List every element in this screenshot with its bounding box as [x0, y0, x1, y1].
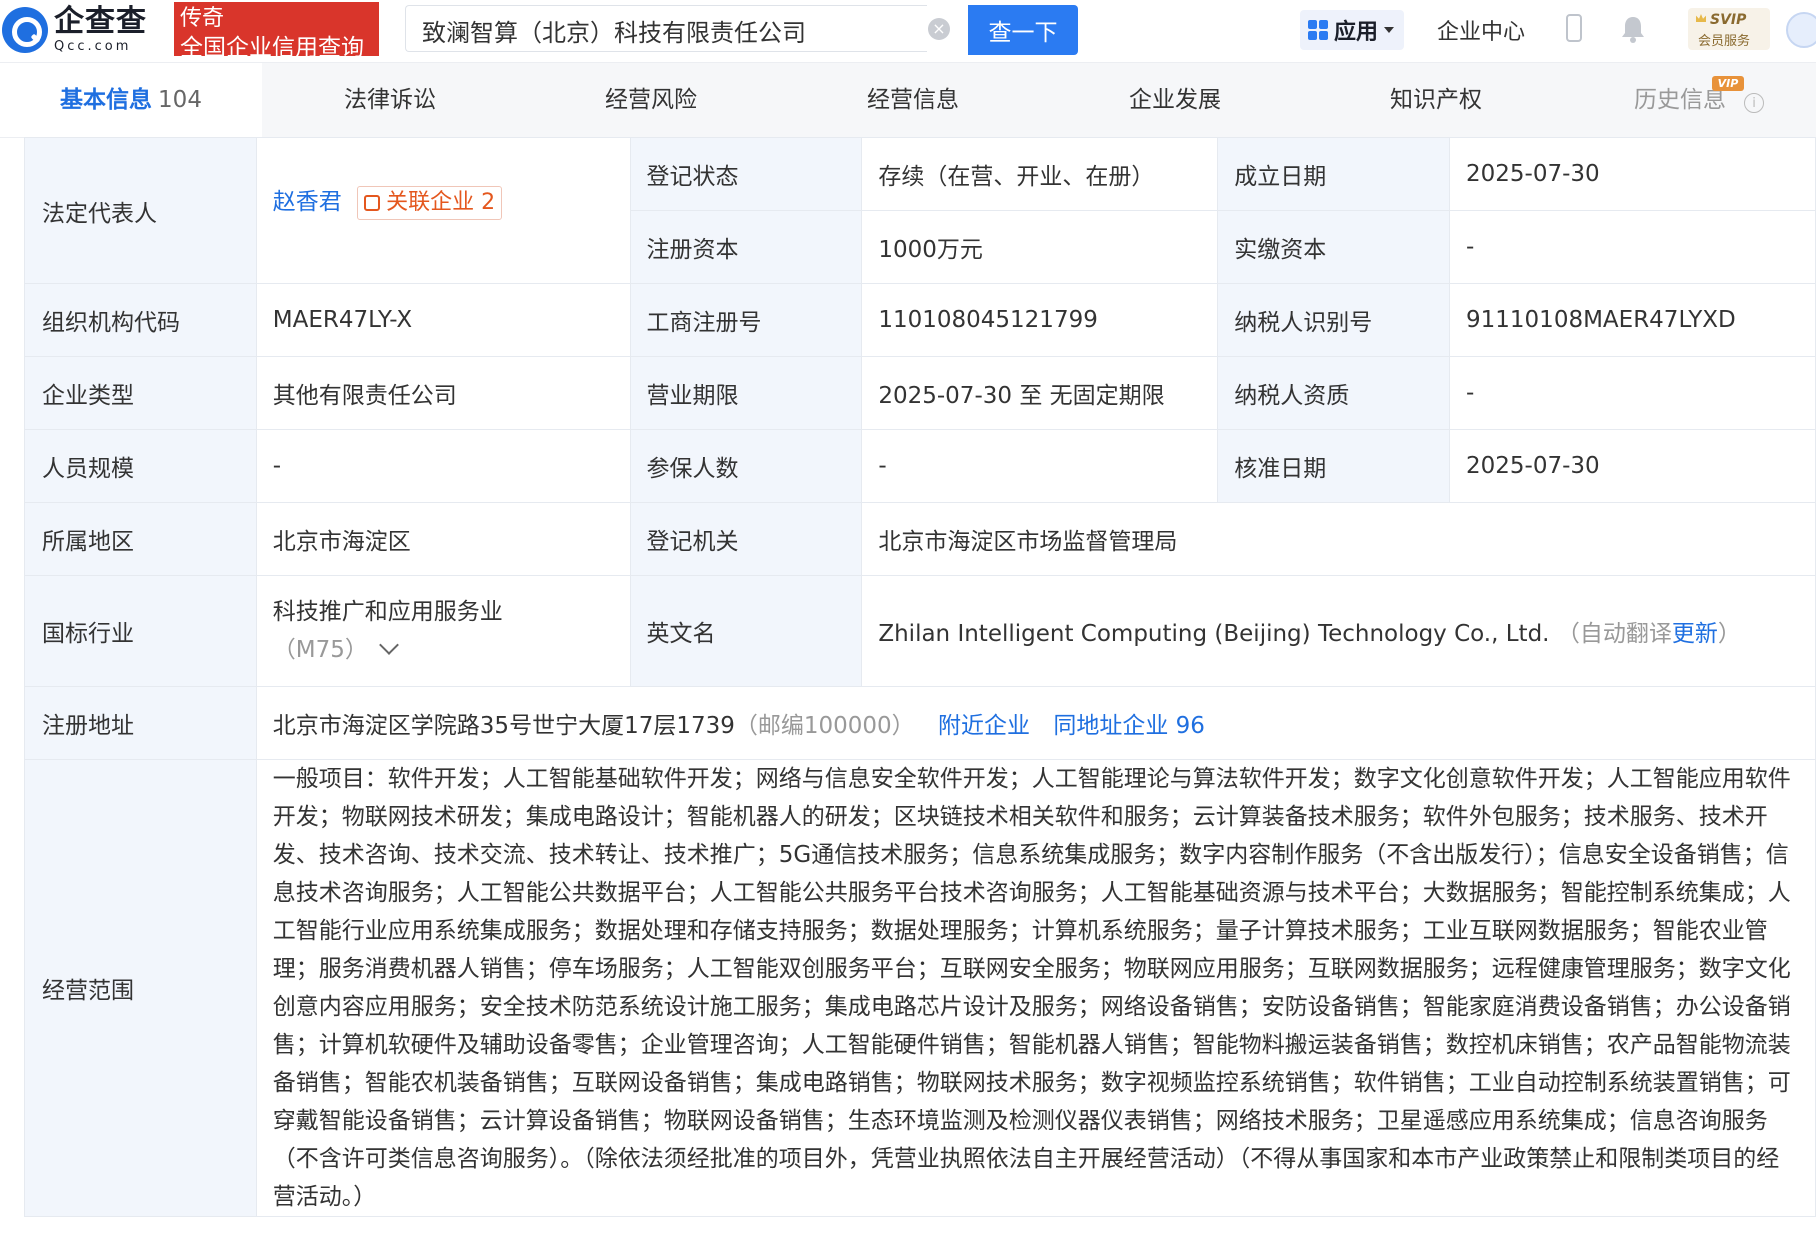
en-name-cell: Zhilan Intelligent Computing (Beijing) T…	[861, 575, 1816, 687]
vip-badge: VIP	[1712, 76, 1744, 91]
org-code-value: MAER47LY-X	[255, 283, 631, 357]
address-value: 北京市海淀区学院路35号世宁大厦17层1739	[272, 713, 735, 739]
address-label: 注册地址	[24, 686, 257, 760]
tab-development[interactable]: 企业发展	[1129, 63, 1221, 137]
legal-rep-name-link[interactable]: 赵香君	[273, 189, 342, 215]
avatar[interactable]	[1786, 12, 1816, 48]
paid-capital-label: 实缴资本	[1217, 210, 1451, 284]
authority-label: 登记机关	[629, 502, 863, 576]
insured-value: -	[861, 429, 1219, 503]
logo-cn: 企查查	[54, 4, 147, 39]
industry-code-row[interactable]: （M75）	[273, 631, 614, 669]
industry-name: 科技推广和应用服务业	[272, 599, 503, 625]
logo-icon	[2, 7, 48, 53]
postcode: （邮编100000）	[734, 713, 915, 739]
tab-risk[interactable]: 经营风险	[605, 63, 697, 137]
apps-label: 应用	[1334, 20, 1379, 45]
industry-label: 国标行业	[24, 575, 257, 687]
term-value: 2025-07-30 至 无固定期限	[861, 356, 1219, 430]
svip-title: SVIP	[1710, 12, 1747, 28]
search-input[interactable]	[420, 14, 864, 46]
en-name-note: （自动翻译更新）	[1557, 621, 1741, 647]
company-type-label: 企业类型	[24, 356, 257, 430]
caret-down-icon	[1384, 27, 1395, 33]
reg-capital-value: 1000万元	[861, 210, 1219, 284]
tab-bar: 基本信息 104 法律诉讼 经营风险 经营信息 企业发展 知识产权 历史信息 VI…	[0, 63, 1816, 138]
chevron-down-icon[interactable]	[379, 635, 399, 655]
paid-capital-value: -	[1449, 210, 1816, 284]
approved-date-label: 核准日期	[1217, 429, 1451, 503]
en-name-value: Zhilan Intelligent Computing (Beijing) T…	[878, 621, 1550, 647]
info-icon[interactable]: i	[1744, 93, 1764, 113]
search-box	[405, 5, 927, 52]
taxpayer-id-value: 91110108MAER47LYXD	[1449, 283, 1816, 357]
found-date-label: 成立日期	[1217, 137, 1451, 211]
address-cell: 北京市海淀区学院路35号世宁大厦17层1739（邮编100000） 附近企业 同…	[255, 686, 1816, 760]
en-name-note-prefix: （自动翻译	[1556, 621, 1672, 647]
slogan-banner[interactable]: 传奇 全国企业信用查询	[174, 2, 379, 61]
tab-operation[interactable]: 经营信息	[867, 63, 959, 137]
clear-icon[interactable]: ×	[928, 18, 950, 40]
industry-cell: 科技推广和应用服务业 （M75）	[255, 575, 631, 687]
apps-menu-button[interactable]: 应用	[1300, 10, 1404, 50]
mobile-phone-icon[interactable]	[1566, 14, 1582, 42]
nearby-companies-link[interactable]: 附近企业	[938, 713, 1030, 739]
scope-label: 经营范围	[24, 759, 257, 1217]
related-companies-button[interactable]: 关联企业 2	[357, 185, 503, 220]
approved-date-value: 2025-07-30	[1449, 429, 1816, 503]
insured-label: 参保人数	[629, 429, 863, 503]
logo-en: Qcc.com	[54, 39, 132, 54]
region-label: 所属地区	[24, 502, 257, 576]
svip-button[interactable]: SVIP 会员服务	[1688, 8, 1770, 50]
tab-count: 104	[158, 87, 202, 113]
crown-icon	[1696, 14, 1706, 22]
basic-info-table: 法定代表人 赵香君 关联企业 2 登记状态 存续（在营、开业、在册） 成立日期 …	[24, 137, 1816, 1217]
legal-rep-cell: 赵香君 关联企业 2	[255, 137, 631, 284]
tab-history[interactable]: 历史信息	[1634, 63, 1726, 137]
biz-reg-no-value: 110108045121799	[861, 283, 1219, 357]
related-count: 2	[481, 189, 496, 215]
related-label: 关联企业	[386, 189, 475, 215]
bell-icon[interactable]	[1620, 15, 1646, 43]
taxpayer-qual-label: 纳税人资质	[1217, 356, 1451, 430]
legal-rep-label: 法定代表人	[24, 137, 257, 284]
authority-value: 北京市海淀区市场监督管理局	[861, 502, 1816, 576]
apps-grid-icon	[1308, 20, 1328, 40]
taxpayer-qual-value: -	[1449, 356, 1816, 430]
company-type-value: 其他有限责任公司	[255, 356, 631, 430]
term-label: 营业期限	[629, 356, 863, 430]
same-address-companies-link[interactable]: 同地址企业 96	[1053, 713, 1205, 739]
staff-size-label: 人员规模	[24, 429, 257, 503]
logo-text: 企查查 Qcc.com	[54, 4, 147, 54]
reg-status-label: 登记状态	[629, 137, 863, 211]
staff-size-value: -	[255, 429, 631, 503]
enterprise-center-link[interactable]: 企业中心	[1437, 14, 1525, 46]
logo[interactable]: 企查查 Qcc.com	[2, 3, 147, 57]
tab-label: 基本信息	[60, 87, 153, 113]
network-icon	[364, 194, 381, 211]
reg-capital-label: 注册资本	[629, 210, 863, 284]
tab-ip[interactable]: 知识产权	[1390, 63, 1482, 137]
slogan-line2: 全国企业信用查询	[180, 35, 364, 61]
region-value: 北京市海淀区	[255, 502, 631, 576]
search-button[interactable]: 查一下	[968, 5, 1078, 55]
business-scope-value: 一般项目：软件开发；人工智能基础软件开发；网络与信息安全软件开发；人工智能理论与…	[255, 759, 1816, 1217]
reg-status-value: 存续（在营、开业、在册）	[861, 137, 1219, 211]
top-bar: 企查查 Qcc.com 传奇 全国企业信用查询 × 查一下 应用 企业中心 SV…	[0, 0, 1816, 63]
taxpayer-id-label: 纳税人识别号	[1217, 283, 1451, 357]
en-name-note-suffix: ）	[1717, 621, 1741, 647]
en-name-update-link[interactable]: 更新	[1672, 621, 1718, 647]
found-date-value: 2025-07-30	[1449, 137, 1816, 211]
biz-reg-no-label: 工商注册号	[629, 283, 863, 357]
en-name-label: 英文名	[629, 575, 863, 687]
svip-sub: 会员服务	[1698, 34, 1751, 49]
tab-basic-info[interactable]: 基本信息 104	[0, 63, 262, 137]
industry-code: （M75）	[272, 637, 368, 663]
org-code-label: 组织机构代码	[24, 283, 257, 357]
tab-legal[interactable]: 法律诉讼	[344, 63, 436, 137]
